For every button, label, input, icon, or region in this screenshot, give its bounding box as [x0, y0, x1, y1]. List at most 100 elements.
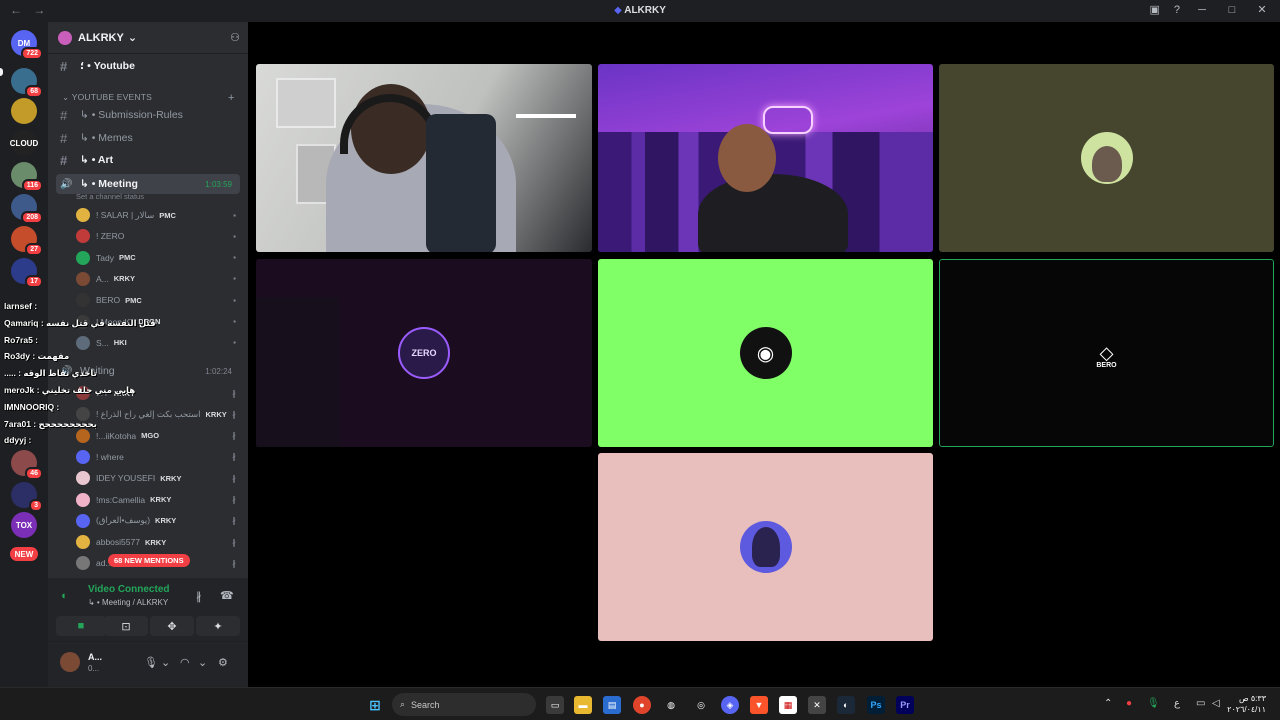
server-icon[interactable]: 208	[11, 194, 43, 224]
guild-header[interactable]: ALKRKY ⌄ ⚇	[48, 22, 248, 54]
close-icon[interactable]: ✕	[1254, 3, 1270, 16]
channel-item[interactable]: # ↳ • Art	[56, 150, 240, 170]
server-icon[interactable]: 3	[11, 482, 43, 512]
channel-item[interactable]: # ↳ • Submission-Rules	[56, 105, 240, 125]
voice-user[interactable]: abbosi5577 KRKY ∦	[76, 532, 240, 552]
server-icon[interactable]: 68	[11, 68, 43, 98]
user-name[interactable]: A...	[88, 652, 102, 662]
steam-like-icon[interactable]: ◎	[692, 696, 710, 714]
server-icon[interactable]: 27	[11, 226, 43, 256]
user-avatar[interactable]	[60, 652, 80, 672]
tray-language-icon[interactable]: ع	[1174, 698, 1180, 709]
maximize-icon[interactable]: □	[1224, 4, 1240, 16]
tray-network-icon[interactable]: ▭	[1196, 698, 1205, 709]
voice-user[interactable]: IDEY YOUSEFI KRKY ∦	[76, 468, 240, 488]
window-controls: ▣ ? ─ □ ✕	[1149, 3, 1270, 17]
photoshop-icon[interactable]: Ps	[867, 696, 885, 714]
tray-volume-icon[interactable]: ◁	[1212, 698, 1220, 709]
windows-start-icon[interactable]: ⊞	[366, 696, 384, 714]
brave-icon[interactable]: ▼	[750, 696, 768, 714]
participant-video-tile[interactable]	[256, 64, 592, 252]
server-icon[interactable]: DM 722	[11, 30, 43, 60]
voice-user[interactable]: (يوسف•العراق) KRKY ∦	[76, 511, 240, 531]
voice-status-subtitle[interactable]: ↳ • Meeting / ALKRKY	[88, 598, 168, 607]
file-explorer-icon[interactable]: ▬	[574, 696, 592, 714]
channel-status-prompt[interactable]: Set a channel status	[76, 192, 144, 201]
signal-icon[interactable]: ◖	[60, 590, 67, 602]
tray-mic-icon[interactable]: 🎙	[1147, 698, 1160, 709]
inbox-icon[interactable]: ▣	[1149, 3, 1159, 16]
server-mention-badge: 3	[29, 499, 43, 512]
noise-suppression-icon[interactable]: ∦	[196, 590, 202, 603]
document-icon[interactable]: ▦	[779, 696, 797, 714]
participant-video-tile[interactable]: ◇ BERO	[939, 259, 1274, 447]
channel-category[interactable]: ⌄ YOUTUBE EVENTS +	[62, 92, 234, 104]
participant-video-tile[interactable]	[598, 453, 933, 641]
voice-user[interactable]: ! ZERO ▪	[76, 226, 240, 246]
voice-user[interactable]: !ms:Camellia KRKY ∦	[76, 490, 240, 510]
server-mention-badge: 722	[21, 47, 43, 60]
server-icon[interactable]: 116	[11, 162, 43, 192]
user-panel: A... 0... 🎙 ⌄ ◠ ⌄ ⚙	[48, 642, 248, 687]
help-icon[interactable]: ?	[1174, 4, 1180, 16]
new-mentions-pill[interactable]: 68 NEW MENTIONS	[108, 554, 190, 567]
premiere-icon[interactable]: Pr	[896, 696, 914, 714]
voice-user[interactable]: A... KRKY ▪	[76, 269, 240, 289]
deafened-icon: ∦	[232, 558, 236, 568]
voice-user[interactable]: ! where ∦	[76, 447, 240, 467]
add-member-icon[interactable]: ⚇	[230, 31, 240, 44]
speaker-icon: 🔊	[60, 178, 73, 190]
window-title: ◆ ALKRKY	[0, 5, 1280, 16]
server-icon[interactable]: 46	[11, 450, 43, 480]
participant-avatar	[739, 521, 792, 573]
chevron-down-icon[interactable]: ⌄	[198, 656, 207, 669]
tray-app-icon[interactable]: ●	[1126, 698, 1132, 709]
settings-gear-icon[interactable]: ⚙	[218, 656, 228, 669]
channel-item[interactable]: # ؛ • Youtube	[56, 56, 240, 76]
server-icon[interactable]: NEW	[10, 547, 38, 561]
participant-video-tile[interactable]	[598, 64, 933, 252]
screen-share-button[interactable]: ⊡	[104, 616, 148, 636]
task-view-icon[interactable]: ▭	[546, 696, 564, 714]
server-icon[interactable]: TOX	[11, 512, 37, 538]
taskbar-search[interactable]: ⌕ Search	[392, 693, 536, 716]
add-channel-icon[interactable]: +	[228, 92, 235, 104]
deafened-icon: ∦	[232, 495, 236, 504]
microphone-icon[interactable]: 🎙	[144, 656, 158, 669]
store-icon[interactable]: ▤	[603, 696, 621, 714]
server-icon[interactable]: CLOUD	[10, 130, 38, 156]
server-mention-badge: 27	[25, 243, 43, 256]
server-icon[interactable]	[11, 98, 37, 124]
channel-item[interactable]: # ↳ • Memes	[56, 128, 240, 148]
activities-button[interactable]: ✥	[150, 616, 194, 636]
server-icon[interactable]: 17	[11, 258, 43, 288]
avatar-portrait	[1091, 146, 1122, 182]
capcut-icon[interactable]: ✕	[808, 696, 826, 714]
taskbar-clock[interactable]: ٥:٣٣ ص ٢٠٢٦/٠٤/١١	[1227, 693, 1266, 715]
wall-shelf	[516, 114, 576, 118]
participant-video-tile[interactable]	[939, 64, 1274, 252]
voice-user[interactable]: ! SALAR | سالار PMC ▪	[76, 205, 240, 225]
minimize-icon[interactable]: ─	[1194, 4, 1210, 16]
steam-icon[interactable]: ◐	[837, 696, 855, 714]
camera-button[interactable]: ■	[56, 616, 106, 636]
server-mention-badge: 68	[25, 85, 43, 98]
chevron-down-icon[interactable]: ⌄	[161, 656, 170, 669]
tray-chevron-up-icon[interactable]: ⌃	[1104, 698, 1112, 709]
headphones-icon[interactable]: ◠	[180, 656, 190, 669]
user-avatar	[76, 250, 90, 265]
disconnect-icon[interactable]: ☎	[220, 589, 234, 602]
discord-taskbar-icon[interactable]: ◈	[721, 696, 739, 714]
role-tag: PMC	[159, 210, 176, 220]
participant-video-tile[interactable]: ◉	[598, 259, 933, 447]
obs-icon[interactable]: ◍	[662, 696, 680, 714]
deafened-icon: ∦	[232, 537, 236, 547]
voice-user[interactable]: Tady PMC ▪	[76, 248, 240, 268]
channel-item[interactable]: 🔊 ↳ • Meeting 1:03:59	[56, 174, 240, 194]
category-label: YOUTUBE EVENTS	[71, 92, 152, 102]
soundboard-button[interactable]: ✦	[196, 616, 240, 636]
overlay-chat-line: ddyyj :	[4, 435, 32, 446]
voice-user-name: A...	[96, 273, 109, 284]
chrome-icon[interactable]: ●	[633, 696, 651, 714]
guild-icon	[58, 30, 72, 45]
